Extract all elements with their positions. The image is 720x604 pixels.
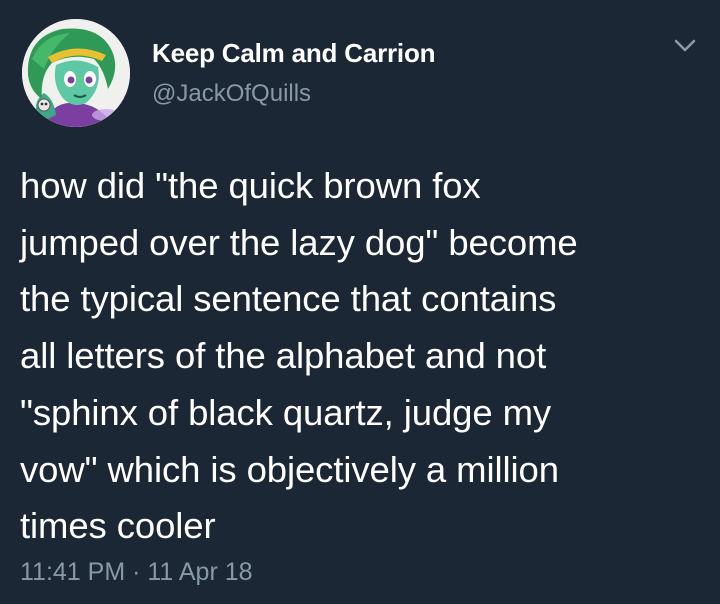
avatar[interactable]	[22, 19, 130, 127]
user-handle[interactable]: @JackOfQuills	[152, 80, 311, 108]
chevron-down-icon[interactable]	[670, 33, 700, 57]
tweet-timestamp[interactable]: 11:41 PM · 11 Apr 18	[20, 558, 253, 587]
tweet-text: how did "the quick brown fox jumped over…	[20, 165, 578, 547]
tweet-card: Keep Calm and Carrion @JackOfQuills how …	[0, 0, 720, 604]
display-name[interactable]: Keep Calm and Carrion	[152, 38, 436, 69]
avatar-image	[22, 19, 130, 127]
